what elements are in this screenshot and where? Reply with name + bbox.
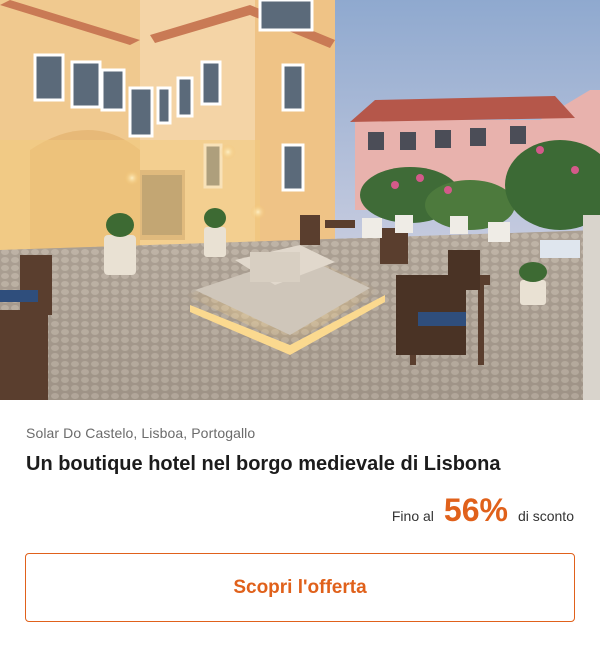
- discount-info: Fino al 56% di sconto: [392, 494, 574, 526]
- offer-title[interactable]: Un boutique hotel nel borgo medievale di…: [26, 453, 500, 476]
- discount-prefix: Fino al: [391, 508, 434, 524]
- hotel-courtyard-image: [0, 0, 600, 400]
- discount-suffix: di sconto: [517, 508, 574, 524]
- hotel-photo[interactable]: [0, 0, 600, 400]
- discount-percentage: 56%: [443, 492, 508, 528]
- offer-card[interactable]: Solar Do Castelo, Lisboa, Portogallo Un …: [0, 0, 600, 648]
- discover-offer-button[interactable]: Scopri l'offerta: [25, 553, 575, 622]
- hotel-location: Solar Do Castelo, Lisboa, Portogallo: [26, 425, 256, 441]
